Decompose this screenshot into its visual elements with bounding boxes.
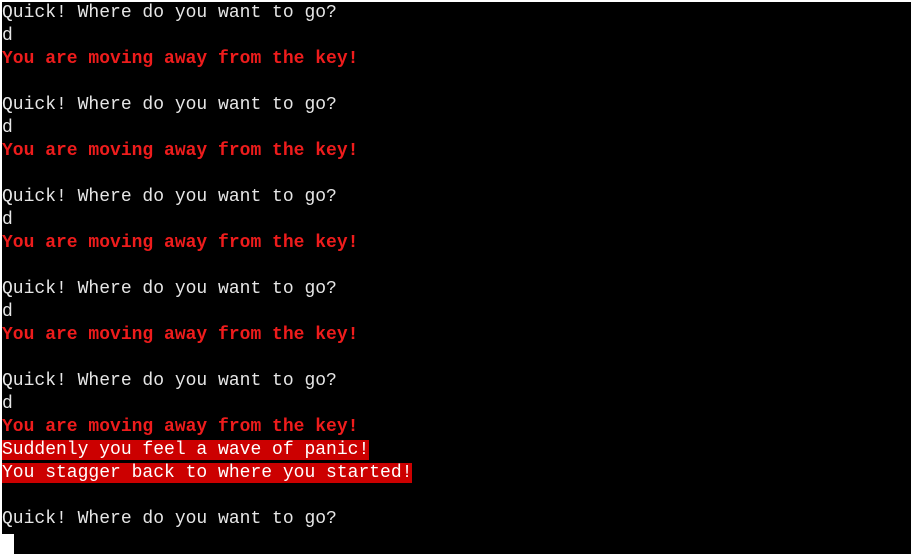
prompt-line: Quick! Where do you want to go?	[2, 371, 337, 391]
terminal-window[interactable]: Quick! Where do you want to go? d You are …	[2, 2, 911, 554]
warning-message: You are moving away from the key!	[2, 325, 359, 345]
alert-message-text: Suddenly you feel a wave of panic!	[2, 440, 370, 460]
terminal-output: Quick! Where do you want to go? d You are …	[2, 2, 911, 531]
prompt-line: Quick! Where do you want to go?	[2, 279, 337, 299]
user-input-line: d	[2, 394, 13, 414]
warning-message: You are moving away from the key!	[2, 233, 359, 253]
alert-message-text: You stagger back to where you started!	[2, 463, 413, 483]
user-input-line: d	[2, 118, 13, 138]
warning-message: You are moving away from the key!	[2, 49, 359, 69]
user-input-line: d	[2, 302, 13, 322]
prompt-line: Quick! Where do you want to go?	[2, 509, 337, 529]
prompt-line: Quick! Where do you want to go?	[2, 3, 337, 23]
user-input-line: d	[2, 210, 13, 230]
user-input-line: d	[2, 26, 13, 46]
alert-message: You stagger back to where you started!	[2, 462, 911, 485]
alert-message: Suddenly you feel a wave of panic!	[2, 439, 911, 462]
prompt-line: Quick! Where do you want to go?	[2, 187, 337, 207]
warning-message: You are moving away from the key!	[2, 417, 359, 437]
warning-message: You are moving away from the key!	[2, 141, 359, 161]
prompt-line: Quick! Where do you want to go?	[2, 95, 337, 115]
text-cursor	[2, 534, 14, 554]
